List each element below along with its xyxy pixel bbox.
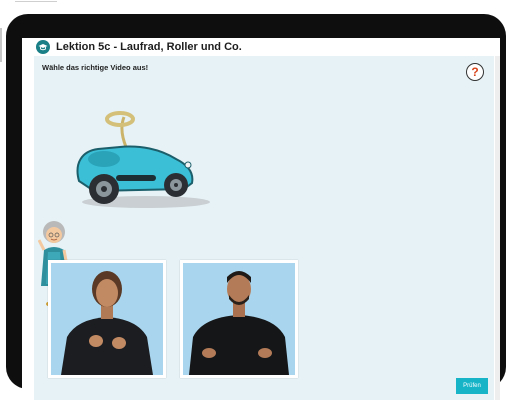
scrollbar[interactable] [495,56,500,400]
tablet-frame: Lektion 5c - Laufrad, Roller und Co. Wäh… [6,14,506,400]
title-bar: Lektion 5c - Laufrad, Roller und Co. [22,38,500,56]
exercise-instruction: Wähle das richtige Video aus! [42,63,149,72]
left-edge-marker [0,28,2,62]
video-option-1[interactable] [48,260,166,378]
check-button[interactable]: Prüfen [456,378,488,394]
mortarboard-icon [36,40,50,54]
video-option-2[interactable] [180,260,298,378]
bobby-car-illustration [76,111,210,208]
top-edge-line [15,1,57,2]
app-screen: Lektion 5c - Laufrad, Roller und Co. Wäh… [22,38,500,400]
help-icon: ? [471,65,479,79]
video-thumbnail-1 [51,263,163,375]
exercise-area: Wähle das richtige Video aus! ? Prüfen [34,56,494,400]
lesson-title: Lektion 5c - Laufrad, Roller und Co. [56,41,242,53]
help-button[interactable]: ? [466,63,484,81]
video-thumbnail-2 [183,263,295,375]
